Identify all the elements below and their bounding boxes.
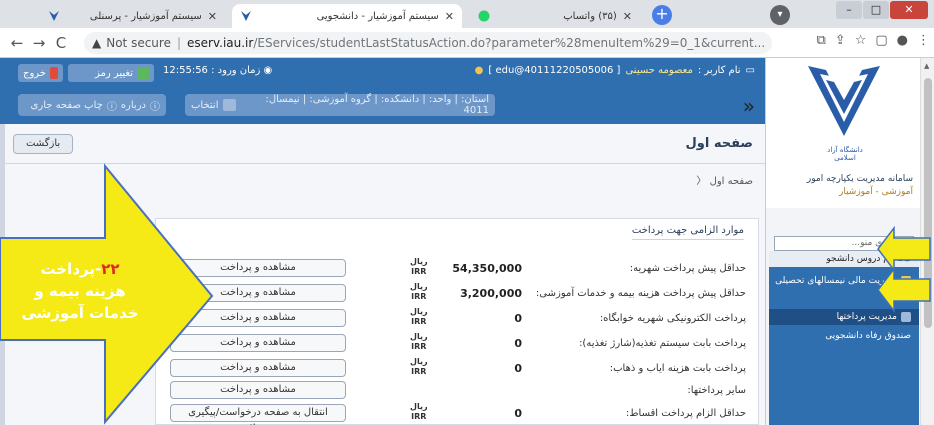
callout-text: ۲۲-پرداخت هزینه بیمه و خدمات آموزشی [21, 260, 139, 322]
callout-arrow-icon [877, 225, 931, 273]
annotation-overlay [0, 163, 931, 425]
callout-arrow-icon [877, 266, 931, 314]
